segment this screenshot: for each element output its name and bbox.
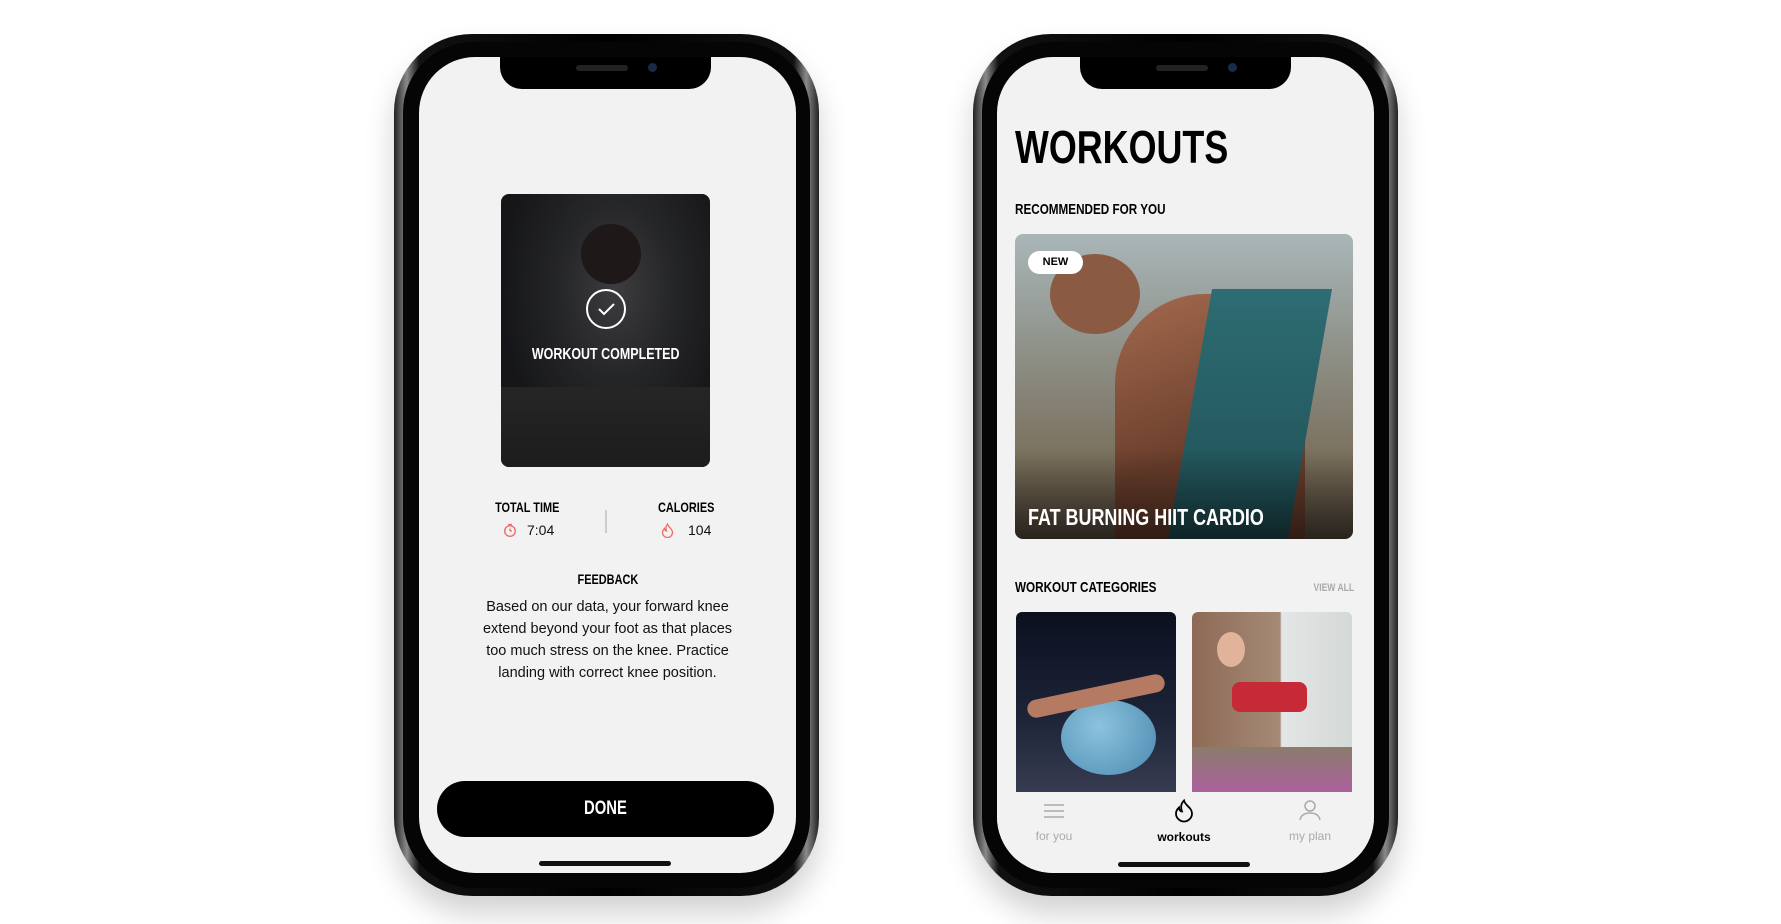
tab-bar: for you workouts my plan [997,792,1374,873]
user-icon [1299,800,1321,821]
flame-icon [1175,798,1193,823]
hero-workout-card[interactable]: NEW FAT BURNING HIIT CARDIO [1015,234,1353,539]
menu-icon [1044,804,1064,818]
tab-workouts[interactable]: workouts [1144,798,1224,844]
categories-heading: WORKOUT CATEGORIES [1015,579,1157,596]
flame-icon [661,522,674,538]
total-time-value: 7:04 [527,522,555,538]
workouts-screen: WORKOUTS RECOMMENDED FOR YOU NEW FAT BUR… [997,57,1374,873]
category-card[interactable] [1192,612,1352,802]
workout-completed-screen: WORKOUT COMPLETED TOTAL TIME 7:04 CALORI… [419,57,796,873]
calories-value: 104 [688,522,712,538]
notch [1080,57,1291,89]
home-indicator [1118,862,1250,867]
done-label: DONE [584,798,627,819]
category-card[interactable] [1016,612,1176,802]
feedback-title: FEEDBACK [577,571,638,587]
tab-label: workouts [1157,830,1211,844]
calories-label: CALORIES [657,499,715,515]
recommended-heading: RECOMMENDED FOR YOU [1015,201,1166,218]
workout-completed-label: WORKOUT COMPLETED [531,346,680,363]
done-button[interactable]: DONE [437,781,774,837]
total-time-label: TOTAL TIME [494,499,560,515]
tab-label: my plan [1288,829,1332,843]
feedback-text: Based on our data, your forward knee ext… [419,596,796,684]
tab-label: for you [1035,829,1073,843]
feedback-line: extend beyond your foot as that places [482,621,733,637]
home-indicator [539,861,671,866]
checkmark-circle-icon [586,289,626,329]
view-all-link[interactable]: VIEW ALL [1313,582,1354,594]
hero-title: FAT BURNING HIIT CARDIO [1028,504,1264,530]
notch [500,57,711,89]
feedback-line: too much stress on the knee. Practice [486,643,729,659]
stopwatch-icon [504,523,516,537]
feedback-line: landing with correct knee position. [498,665,717,681]
stats-divider [605,510,607,533]
tab-for-you[interactable]: for you [1014,802,1094,843]
tab-my-plan[interactable]: my plan [1270,799,1350,843]
feedback-line: Based on our data, your forward knee [486,599,729,615]
workout-image: WORKOUT COMPLETED [501,194,710,467]
new-badge: NEW [1028,251,1083,274]
page-title: WORKOUTS [1015,121,1229,173]
